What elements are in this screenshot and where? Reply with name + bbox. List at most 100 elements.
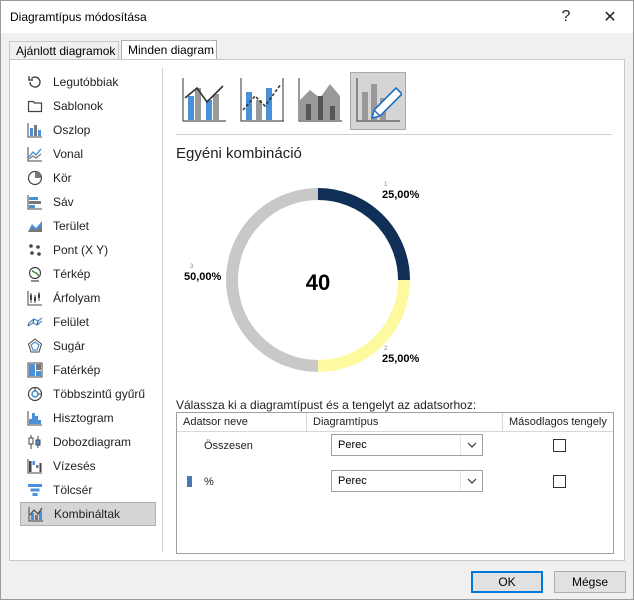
sidebar-item-label: Hisztogram — [53, 411, 114, 425]
sidebar-item-label: Kör — [53, 171, 72, 185]
combo-variant-clustered-column-line[interactable] — [176, 72, 232, 130]
area-chart-icon — [26, 217, 44, 235]
sidebar-item-label: Pont (X Y) — [53, 243, 109, 257]
series-color-swatch — [187, 476, 192, 487]
ok-button[interactable]: OK — [471, 571, 543, 593]
doughnut-chart-preview: 40 125,00%225,00%350,00% — [184, 182, 420, 372]
sidebar-item-label: Térkép — [53, 267, 91, 281]
chevron-down-icon[interactable] — [460, 471, 482, 491]
combo-column-line-secondary-axis-icon — [238, 76, 286, 127]
sidebar-item-surface[interactable]: Felület — [20, 310, 156, 334]
sidebar-item-histogram[interactable]: Hisztogram — [20, 406, 156, 430]
tab-recommended-charts[interactable]: Ajánlott diagramok — [9, 41, 119, 60]
data-label: 50,00% — [184, 271, 222, 283]
radar-chart-icon — [26, 337, 44, 355]
secondary-axis-checkbox[interactable] — [553, 439, 566, 452]
combo-variant-custom-combination[interactable] — [350, 72, 406, 130]
sidebar-item-label: Terület — [53, 219, 90, 233]
change-chart-type-dialog: Diagramtípus módosítása ? ✕ Ajánlott dia… — [0, 0, 634, 600]
sidebar-item-line[interactable]: Vonal — [20, 142, 156, 166]
scatter-chart-icon — [26, 241, 44, 259]
sidebar-item-label: Fatérkép — [53, 363, 101, 377]
sidebar-item-label: Sáv — [53, 195, 74, 209]
combo-clustered-column-line-icon — [180, 76, 228, 127]
tab-all-charts[interactable]: Minden diagram — [121, 40, 217, 61]
treemap-chart-icon — [26, 361, 44, 379]
sidebar-item-label: Tölcsér — [53, 483, 93, 497]
header-series-name: Adatsor neve — [177, 413, 307, 431]
sidebar-item-label: Kombináltak — [54, 507, 121, 521]
category-label: 2 — [384, 346, 388, 352]
help-button[interactable]: ? — [543, 1, 589, 33]
combo-variant-stacked-area-column[interactable] — [292, 72, 348, 130]
sidebar-item-box-whisker[interactable]: Dobozdiagram — [20, 430, 156, 454]
sidebar-item-bar[interactable]: Sáv — [20, 190, 156, 214]
column-chart-icon — [26, 121, 44, 139]
chart-type-list: Legutóbbiak Sablonok Oszlop Vonal Kör Sá… — [20, 70, 156, 526]
sidebar-item-scatter[interactable]: Pont (X Y) — [20, 238, 156, 262]
sidebar-item-label: Legutóbbiak — [53, 75, 119, 89]
sidebar-item-combo[interactable]: Kombináltak — [20, 502, 156, 526]
folder-icon — [26, 97, 44, 115]
chevron-down-icon[interactable] — [460, 435, 482, 455]
cancel-button[interactable]: Mégse — [554, 571, 626, 593]
close-button[interactable]: ✕ — [587, 1, 633, 33]
sidebar-item-label: Sablonok — [53, 99, 104, 113]
category-label: 1 — [384, 182, 388, 188]
chart-center-label: 40 — [306, 270, 330, 295]
data-label: 25,00% — [382, 189, 420, 201]
bar-chart-icon — [26, 193, 44, 211]
sidebar-item-column[interactable]: Oszlop — [20, 118, 156, 142]
sidebar-divider — [162, 68, 163, 552]
pie-chart-icon — [26, 169, 44, 187]
sidebar-item-treemap[interactable]: Fatérkép — [20, 358, 156, 382]
recent-icon — [26, 73, 44, 91]
chart-type-value: Perec — [338, 475, 367, 487]
sidebar-item-radar[interactable]: Sugár — [20, 334, 156, 358]
series-name: % — [204, 476, 214, 488]
sidebar-item-label: Vonal — [53, 147, 84, 161]
sidebar-item-label: Vízesés — [53, 459, 96, 473]
combo-variant-column-line-secondary-axis[interactable] — [234, 72, 290, 130]
sidebar-item-label: Árfolyam — [53, 291, 101, 305]
dialog-title: Diagramtípus módosítása — [10, 10, 147, 24]
combo-stacked-area-column-icon — [296, 76, 344, 127]
sidebar-item-label: Felület — [53, 315, 90, 329]
sunburst-chart-icon — [26, 385, 44, 403]
sidebar-item-area[interactable]: Terület — [20, 214, 156, 238]
header-secondary-axis: Másodlagos tengely — [509, 416, 607, 428]
header-chart-type: Diagramtípus — [307, 413, 503, 431]
waterfall-chart-icon — [26, 457, 44, 475]
sidebar-item-stock[interactable]: Árfolyam — [20, 286, 156, 310]
sidebar-item-sunburst[interactable]: Többszintű gyűrű — [20, 382, 156, 406]
sidebar-item-label: Sugár — [53, 339, 86, 353]
map-chart-icon — [26, 265, 44, 283]
sidebar-item-label: Többszintű gyűrű — [53, 387, 146, 401]
sidebar-item-map[interactable]: Térkép — [20, 262, 156, 286]
series-config-grid: Adatsor neve Diagramtípus Másodlagos ten… — [176, 412, 614, 554]
header-divider — [177, 431, 613, 432]
series-name: Összesen — [204, 440, 253, 452]
custom-combination-icon — [354, 76, 404, 127]
chart-type-value: Perec — [338, 439, 367, 451]
category-label: 3 — [190, 264, 194, 270]
preview-heading: Egyéni kombináció — [176, 145, 302, 162]
sidebar-item-label: Dobozdiagram — [53, 435, 132, 449]
box-whisker-chart-icon — [26, 433, 44, 451]
chart-type-select[interactable]: Perec — [331, 434, 483, 456]
doughnut-segment-1 — [317, 188, 410, 281]
sidebar-item-pie[interactable]: Kör — [20, 166, 156, 190]
sidebar-item-recent[interactable]: Legutóbbiak — [20, 70, 156, 94]
title-bar: Diagramtípus módosítása ? ✕ — [1, 1, 633, 33]
surface-chart-icon — [26, 313, 44, 331]
stock-chart-icon — [26, 289, 44, 307]
sidebar-item-templates[interactable]: Sablonok — [20, 94, 156, 118]
sidebar-item-label: Oszlop — [53, 123, 91, 137]
secondary-axis-checkbox[interactable] — [553, 475, 566, 488]
funnel-chart-icon — [26, 481, 44, 499]
line-chart-icon — [26, 145, 44, 163]
chart-type-select[interactable]: Perec — [331, 470, 483, 492]
sidebar-item-funnel[interactable]: Tölcsér — [20, 478, 156, 502]
series-config-instruction: Válassza ki a diagramtípust és a tengely… — [176, 398, 477, 412]
sidebar-item-waterfall[interactable]: Vízesés — [20, 454, 156, 478]
